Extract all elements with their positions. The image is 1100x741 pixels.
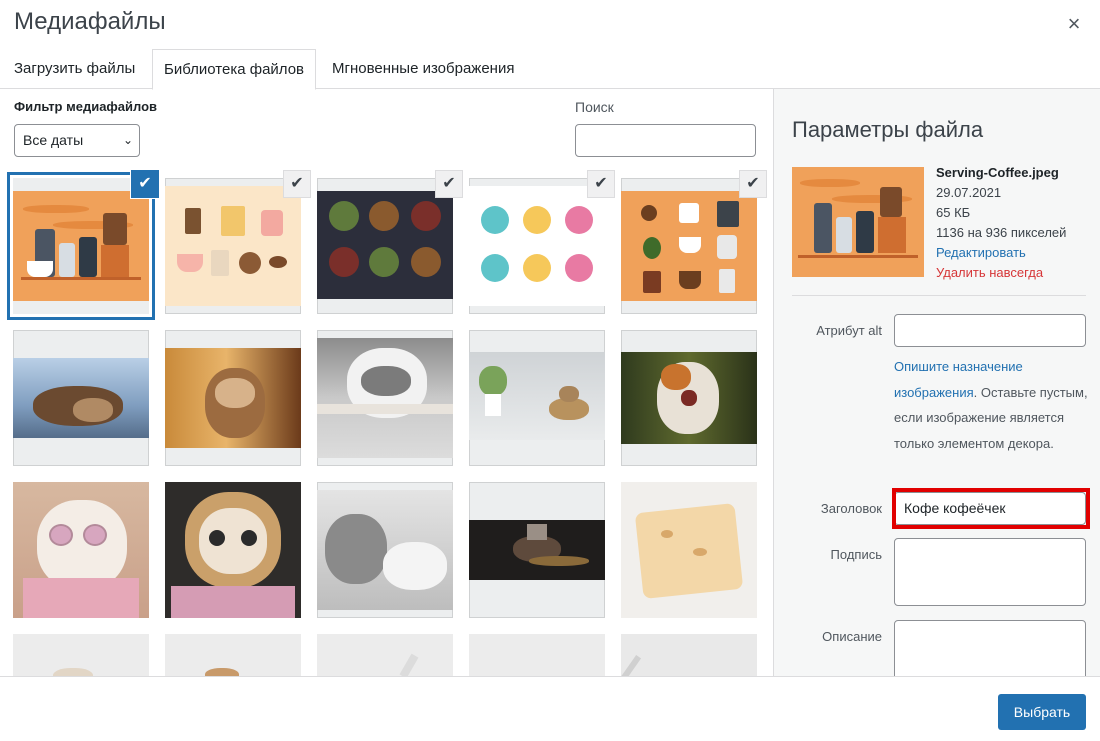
description-field-label: Описание xyxy=(822,629,882,644)
close-icon[interactable]: × xyxy=(1062,12,1086,36)
media-thumb-cat-sunglasses[interactable] xyxy=(13,482,149,618)
media-modal: Медиафайлы × Загрузить файлы Библиотека … xyxy=(0,0,1100,741)
caption-textarea[interactable] xyxy=(894,538,1086,606)
media-filter-label: Фильтр медиафайлов xyxy=(14,99,158,114)
sidebar-divider xyxy=(792,295,1086,296)
file-date: 29.07.2021 xyxy=(936,185,1002,200)
modal-title: Медиафайлы xyxy=(14,8,166,35)
checkmark-selected-icon[interactable]: ✔ xyxy=(131,170,159,198)
checkmark-icon[interactable]: ✔ xyxy=(435,170,463,198)
tab-instant-images[interactable]: Мгновенные изображения xyxy=(321,49,525,89)
media-thumb-cat-bread[interactable] xyxy=(165,482,301,618)
media-thumb-serving-coffee[interactable] xyxy=(13,178,149,314)
description-textarea[interactable] xyxy=(894,620,1086,676)
tab-upload-files[interactable]: Загрузить файлы xyxy=(3,49,146,89)
checkmark-icon[interactable]: ✔ xyxy=(283,170,311,198)
file-size: 65 КБ xyxy=(936,205,971,220)
search-input[interactable] xyxy=(575,124,756,157)
delete-permanently-link[interactable]: Удалить навсегда xyxy=(936,263,1066,283)
date-filter-value: Все даты xyxy=(23,132,84,148)
media-thumb-dark-still-life[interactable] xyxy=(469,482,605,618)
alt-text-help: Опишите назначение изображения. Оставьте… xyxy=(894,354,1090,456)
attachment-meta: Serving-Coffee.jpeg 29.07.2021 65 КБ 113… xyxy=(936,163,1066,283)
media-thumb-coffee-circles-dark[interactable] xyxy=(317,178,453,314)
checkmark-icon[interactable]: ✔ xyxy=(587,170,615,198)
caption-field-label: Подпись xyxy=(830,547,882,562)
media-thumb-cereal-bar[interactable] xyxy=(621,482,757,618)
media-thumb-kitten-bowl[interactable] xyxy=(469,330,605,466)
media-thumb-coffee-icons-cream[interactable] xyxy=(165,178,301,314)
chevron-down-icon: ⌄ xyxy=(122,133,133,147)
media-thumb-row4-1[interactable] xyxy=(13,634,149,676)
media-thumb-row4-3[interactable] xyxy=(317,634,453,676)
tab-bar: Загрузить файлы Библиотека файлов Мгнове… xyxy=(0,49,1100,90)
media-thumb-two-kittens[interactable] xyxy=(317,482,453,618)
media-thumb-row4-4[interactable] xyxy=(469,634,605,676)
file-name: Serving-Coffee.jpeg xyxy=(936,165,1059,180)
checkmark-icon[interactable]: ✔ xyxy=(739,170,767,198)
search-label: Поиск xyxy=(575,99,614,115)
alt-text-input[interactable] xyxy=(894,314,1086,347)
edit-image-link[interactable]: Редактировать xyxy=(936,243,1066,263)
modal-footer: Выбрать xyxy=(0,676,1100,741)
attachment-details-sidebar: Параметры файла Serving-Coffee.jpeg 29.0… xyxy=(773,89,1100,676)
select-button[interactable]: Выбрать xyxy=(998,694,1086,730)
alt-text-label: Атрибут alt xyxy=(816,323,882,338)
media-thumb-coffee-circles-light[interactable] xyxy=(469,178,605,314)
media-thumb-cat-costume[interactable] xyxy=(13,330,149,466)
tab-media-library[interactable]: Библиотека файлов xyxy=(152,49,317,90)
attachment-details-title: Параметры файла xyxy=(792,117,984,142)
title-field-input[interactable]: Кофе кофеёчек xyxy=(894,492,1086,525)
date-filter-select[interactable]: Все даты ⌄ xyxy=(14,124,140,157)
media-thumb-coffee-icons-orange[interactable] xyxy=(621,178,757,314)
media-thumb-row4-2[interactable] xyxy=(165,634,301,676)
media-thumb-row4-5[interactable] xyxy=(621,634,757,676)
media-thumb-cat-biting[interactable] xyxy=(317,330,453,466)
file-dimensions: 1136 на 936 пикселей xyxy=(936,225,1067,240)
media-thumb-cat-looking-up[interactable] xyxy=(165,330,301,466)
media-thumb-cat-yawning[interactable] xyxy=(621,330,757,466)
attachment-preview-image xyxy=(792,167,924,277)
media-grid: ✔ ✔ ✔ ✔ ✔ xyxy=(0,170,772,676)
title-field-label: Заголовок xyxy=(820,501,882,516)
